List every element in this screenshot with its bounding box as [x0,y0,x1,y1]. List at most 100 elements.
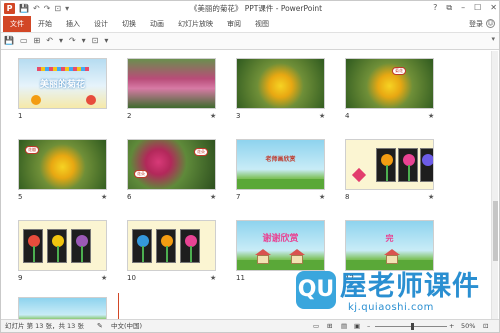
watermark-text: 屋老师课件 [340,271,480,302]
slide-thumbnail-8[interactable] [345,139,434,190]
ribbon-display-icon[interactable]: ⧉ [446,2,452,14]
tab-insert[interactable]: 插入 [59,16,87,32]
zoom-out-button[interactable]: – [367,320,370,333]
drawing-card [132,229,152,263]
slide-count-status: 幻灯片 第 13 张，共 13 张 [5,322,84,330]
tab-file[interactable]: 文件 [3,16,31,32]
slide-number: 9 [18,274,23,282]
start-presentation-icon[interactable]: ⊡ [92,33,99,49]
animation-star-icon: ★ [428,112,435,120]
scrollbar-thumb[interactable] [493,201,498,261]
slide-1-bunting [37,67,89,71]
new-slide-icon[interactable]: ▭ [20,33,28,49]
ribbon-tabs: 文件 开始 插入 设计 切换 动画 幻灯片放映 审阅 视图 [1,16,499,32]
slide-thumbnail-2[interactable] [127,58,216,109]
expand-ribbon-icon[interactable]: ▾ [491,35,495,43]
window-title: 《美丽的菊花》 PPT课件 - PowerPoint [189,4,323,13]
undo-icon[interactable]: ↶ [46,33,53,49]
slide-thumbnail-6[interactable]: 花朵 花朵 [127,139,216,190]
maximize-button[interactable]: ☐ [474,2,481,14]
slide-1-flower-icon [86,95,96,105]
tab-home[interactable]: 开始 [31,16,59,32]
redo-icon[interactable]: ↷ [44,3,51,14]
tab-slideshow[interactable]: 幻灯片放映 [171,16,220,32]
undo-dropdown-icon[interactable]: ▾ [59,33,63,49]
drawing-card [71,229,91,263]
help-icon[interactable]: ? [433,2,437,14]
ribbon-collapsed-toolbar: 💾 ▭ ⊞ ↶ ▾ ↷ ▾ ⊡ ▾ [1,32,499,50]
animation-star-icon: ★ [319,193,326,201]
more-commands-icon[interactable]: ▾ [104,33,108,49]
drawing-card [156,229,176,263]
house-icon [291,255,303,264]
status-bar: 幻灯片 第 13 张，共 13 张 ✎ 中文(中国) ▭ ⊞ ▤ ▣ – + 5… [1,319,499,332]
animation-star-icon: ★ [428,193,435,201]
animation-star-icon: ★ [319,112,326,120]
tab-animations[interactable]: 动画 [143,16,171,32]
zoom-level[interactable]: 50% [461,320,475,333]
roof-icon [255,249,271,255]
normal-view-icon[interactable]: ▭ [313,320,319,333]
slide-thumbnail-13[interactable] [18,297,107,319]
undo-icon[interactable]: ↶ [33,3,40,14]
slide-4-callout: 菊花 [392,67,406,75]
redo-icon[interactable]: ↷ [69,33,76,49]
reading-view-icon[interactable]: ▤ [341,320,347,333]
zoom-slider-thumb[interactable] [411,323,414,330]
slide-thumbnail-1[interactable]: 美丽的菊花 [18,58,107,109]
watermark-logo: QU [296,271,336,309]
save-icon[interactable]: 💾 [19,3,29,14]
slideshow-view-icon[interactable]: ▣ [354,320,360,333]
animation-star-icon: ★ [210,193,217,201]
save-icon[interactable]: 💾 [4,33,14,49]
drawing-card [376,148,396,182]
slide-thumbnail-4[interactable]: 菊花 [345,58,434,109]
layout-icon[interactable]: ⊞ [34,33,41,49]
fit-to-window-icon[interactable]: ⊡ [483,320,488,333]
slide-7-title: 老师画欣赏 [265,156,296,163]
slide-number: 8 [345,193,350,201]
tab-transitions[interactable]: 切换 [115,16,143,32]
slide-6-callout-left: 花朵 [134,170,148,178]
watermark: QU 屋老师课件 kj.quiaoshi.com [296,271,500,319]
quick-access-toolbar: 💾 ↶ ↷ ⊡ ▾ [19,3,69,14]
slide-thumbnail-9[interactable] [18,220,107,271]
slide-11-grass [237,260,324,270]
slide-5-callout: 花瓣 [25,146,39,154]
roof-icon [289,249,305,255]
slide-12-title: 完 [385,234,394,243]
slide-thumbnail-12[interactable]: 完 [345,220,434,271]
powerpoint-logo-icon: P [4,3,15,14]
slide-number: 3 [236,112,241,120]
slide-6-callout-right: 花朵 [194,148,208,156]
slide-thumbnail-3[interactable] [236,58,325,109]
slide-11-title: 谢谢欣赏 [262,234,299,244]
drawing-card [398,148,418,182]
slide-thumbnail-11[interactable]: 谢谢欣赏 [236,220,325,271]
slide-1-title: 美丽的菊花 [39,80,85,90]
heart-icon [351,167,367,183]
close-button[interactable]: ✕ [490,2,497,14]
login-link[interactable]: 登录 [469,16,483,32]
slide-thumbnail-10[interactable] [127,220,216,271]
slide-7-grass [237,179,324,189]
language-status[interactable]: 中文(中国) [111,320,142,333]
watermark-url: kj.quiaoshi.com [348,302,434,313]
feedback-smiley-icon[interactable]: ☺ [486,19,495,28]
slide-sorter-view-icon[interactable]: ⊞ [327,320,332,333]
redo-dropdown-icon[interactable]: ▾ [82,33,86,49]
slide-number: 11 [236,274,245,282]
slide-number: 7 [236,193,241,201]
tab-design[interactable]: 设计 [87,16,115,32]
present-icon[interactable]: ⊡ [54,3,61,14]
slide-number: 6 [127,193,132,201]
spellcheck-icon[interactable]: ✎ [97,320,103,333]
slide-thumbnail-7[interactable]: 老师画欣赏 [236,139,325,190]
tab-view[interactable]: 视图 [248,16,276,32]
slide-thumbnail-5[interactable]: 花瓣 [18,139,107,190]
zoom-in-button[interactable]: + [449,320,454,333]
minimize-button[interactable]: – [461,2,465,14]
tab-review[interactable]: 审阅 [220,16,248,32]
customize-qat-icon[interactable]: ▾ [65,3,69,14]
drawing-card [180,229,200,263]
